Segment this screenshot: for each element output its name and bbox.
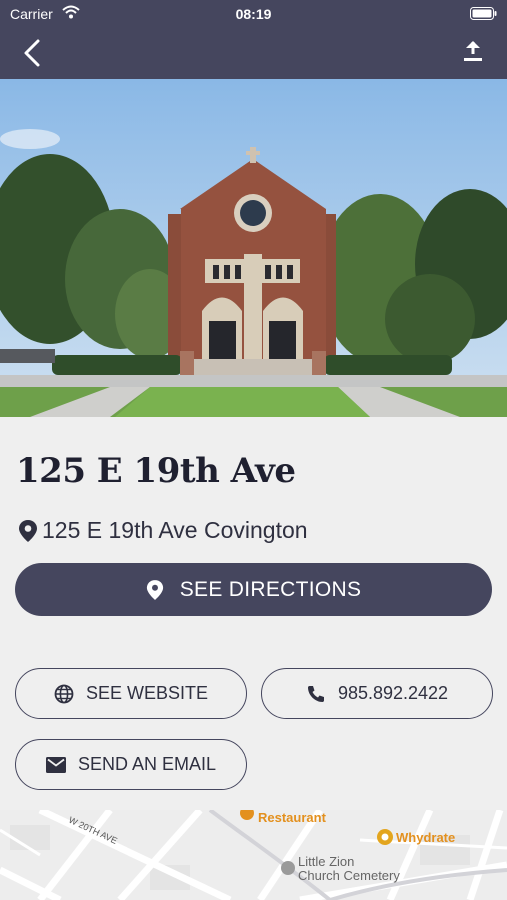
location-map[interactable]: W 20TH AVE Restaurant Whydrate Little Zi…: [0, 810, 507, 900]
place-title: 125 E 19th Ave: [16, 451, 296, 491]
battery-icon: [470, 7, 497, 23]
place-photo: [0, 79, 507, 417]
whydrate-label: Whydrate: [396, 830, 455, 845]
location-pin-icon: [19, 519, 37, 542]
email-label: SEND AN EMAIL: [77, 754, 217, 774]
chevron-left-icon[interactable]: [22, 38, 42, 73]
restaurant-label: Restaurant: [258, 810, 327, 825]
navigation-bar: [0, 28, 507, 79]
directions-label: SEE DIRECTIONS: [179, 577, 362, 601]
phone-icon: [307, 685, 324, 702]
cemetery-label-line1: Little Zion: [298, 854, 354, 869]
send-email-button[interactable]: SEND AN EMAIL: [15, 739, 247, 790]
see-website-button[interactable]: SEE WEBSITE: [15, 668, 247, 719]
see-directions-button[interactable]: SEE DIRECTIONS: [15, 563, 492, 616]
phone-number: 985.892.2422: [337, 683, 449, 703]
place-address: 125 E 19th Ave Covington: [18, 517, 308, 544]
location-pin-icon: [146, 579, 163, 600]
status-bar: Carrier 08:19: [0, 0, 507, 28]
clock-time: 08:19: [235, 6, 272, 22]
cemetery-label-line2: Church Cemetery: [298, 868, 400, 883]
share-upload-icon[interactable]: [463, 40, 483, 67]
whydrate-poi[interactable]: Whydrate: [377, 829, 455, 845]
phone-button[interactable]: 985.892.2422: [261, 668, 493, 719]
website-label: SEE WEBSITE: [85, 683, 209, 703]
place-details: 125 E 19th Ave 125 E 19th Ave Covington …: [0, 417, 507, 810]
mail-icon: [45, 756, 66, 773]
globe-icon: [54, 684, 74, 703]
address-text: 125 E 19th Ave Covington: [42, 517, 308, 543]
